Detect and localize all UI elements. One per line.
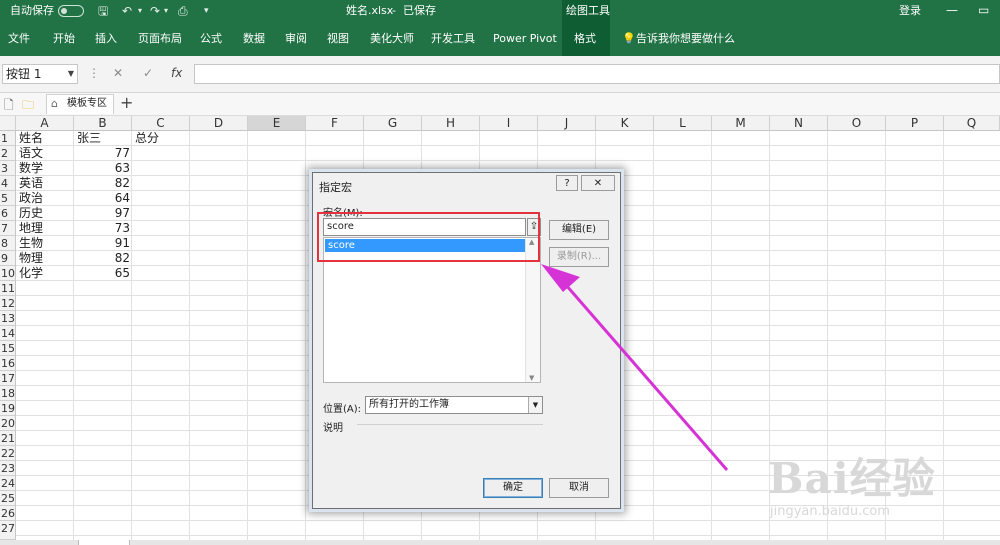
- watermark-url: jingyan.baidu.com: [770, 504, 890, 519]
- baidu-watermark: Bai经验 jingyan.baidu.com: [748, 456, 998, 524]
- watermark-brand: Bai经验: [768, 454, 936, 503]
